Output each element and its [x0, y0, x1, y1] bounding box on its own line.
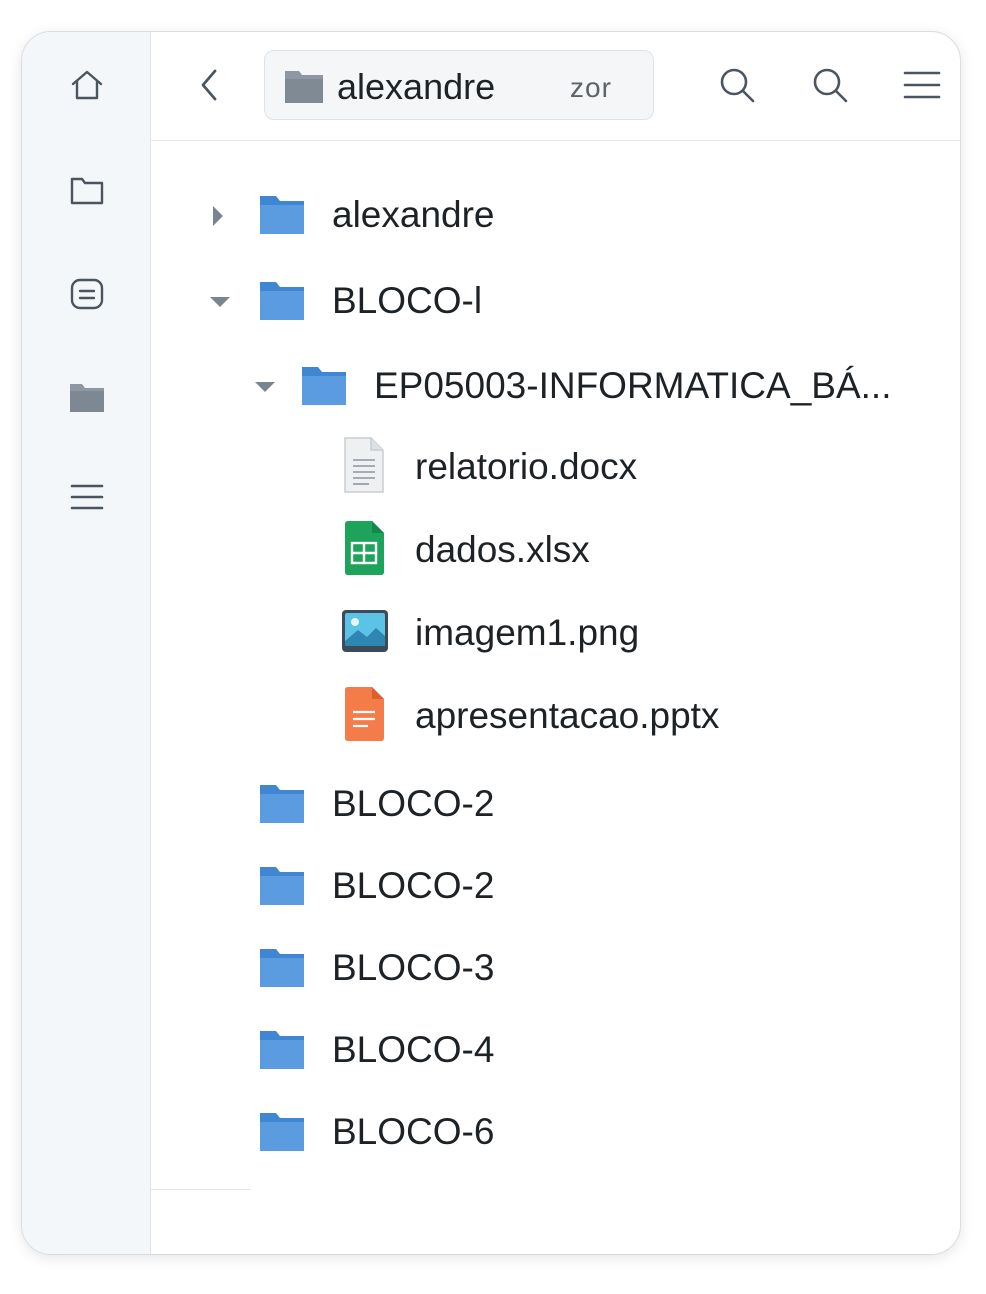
tree-item-bloco-3[interactable]: BLOCO-3 [151, 933, 960, 1003]
sidebar [22, 32, 151, 1254]
tree-item-label: BLOCO-3 [332, 947, 495, 988]
chevron-left-icon [201, 69, 217, 101]
tree-item-dados-xlsx[interactable]: dados.xlsx [151, 515, 960, 585]
caret-down-icon[interactable] [206, 288, 234, 316]
tree-item-label: BLOCO-6 [332, 1111, 495, 1152]
tree-item-bloco-6[interactable]: BLOCO-6 [151, 1097, 960, 1167]
spreadsheet-file-icon [342, 519, 386, 582]
folder-filled-icon[interactable] [62, 372, 112, 422]
home-icon[interactable] [62, 60, 112, 110]
folder-icon [258, 863, 306, 912]
folder-icon [258, 781, 306, 830]
notes-icon[interactable] [62, 269, 112, 319]
folder-icon [258, 1027, 306, 1076]
tree-item-bloco-1[interactable]: BLOCO-l [151, 266, 960, 336]
tree-item-alexandre[interactable]: alexandre [151, 180, 960, 250]
tree-item-bloco-2[interactable]: BLOCO-2 [151, 851, 960, 921]
folder-outline-icon[interactable] [62, 165, 112, 215]
file-manager-window: alexandre zor alexandre BLOCO-l EP05003-… [21, 31, 961, 1255]
folder-icon [258, 945, 306, 994]
tree-item-apresentacao-pptx[interactable]: apresentacao.pptx [151, 681, 960, 751]
caret-right-icon[interactable] [204, 202, 232, 230]
menu-icon[interactable] [899, 62, 945, 108]
toolbar: alexandre zor [151, 32, 960, 141]
search-icon[interactable] [714, 62, 760, 108]
tree-item-label: BLOCO-l [332, 280, 483, 321]
caret-down-icon[interactable] [251, 373, 279, 401]
path-extra-text: zor [570, 72, 612, 103]
menu-icon[interactable] [62, 472, 112, 522]
tree-item-label: alexandre [332, 194, 495, 235]
document-file-icon [342, 436, 386, 499]
folder-icon [258, 192, 306, 241]
tree-item-bloco-2[interactable]: BLOCO-2 [151, 769, 960, 839]
path-bar[interactable]: alexandre zor [264, 50, 654, 120]
tree-item-label: EP05003-INFORMATICA_BÁ... [374, 365, 892, 406]
main-panel: alexandre zor alexandre BLOCO-l EP05003-… [151, 32, 960, 1254]
folder-icon [283, 67, 325, 110]
search-icon[interactable] [807, 62, 853, 108]
presentation-file-icon [342, 685, 386, 748]
divider [151, 1189, 251, 1190]
tree-item-label: BLOCO-4 [332, 1029, 495, 1070]
tree-item-relatorio-docx[interactable]: relatorio.docx [151, 432, 960, 502]
tree-item-label: apresentacao.pptx [415, 695, 720, 736]
image-file-icon [340, 608, 390, 659]
folder-icon [300, 363, 348, 412]
tree-item-bloco-4[interactable]: BLOCO-4 [151, 1015, 960, 1085]
tree-item-label: BLOCO-2 [332, 865, 495, 906]
tree-item-label: dados.xlsx [415, 529, 590, 570]
tree-item-label: imagem1.png [415, 612, 640, 653]
folder-icon [258, 278, 306, 327]
path-label: alexandre [337, 66, 496, 107]
tree-item-imagem1-png[interactable]: imagem1.png [151, 598, 960, 668]
folder-icon [258, 1109, 306, 1158]
tree-item-label: relatorio.docx [415, 446, 638, 487]
tree-item-label: BLOCO-2 [332, 783, 495, 824]
tree-item-ep05003-folder[interactable]: EP05003-INFORMATICA_BÁ... [151, 351, 960, 421]
back-button[interactable] [187, 60, 231, 110]
